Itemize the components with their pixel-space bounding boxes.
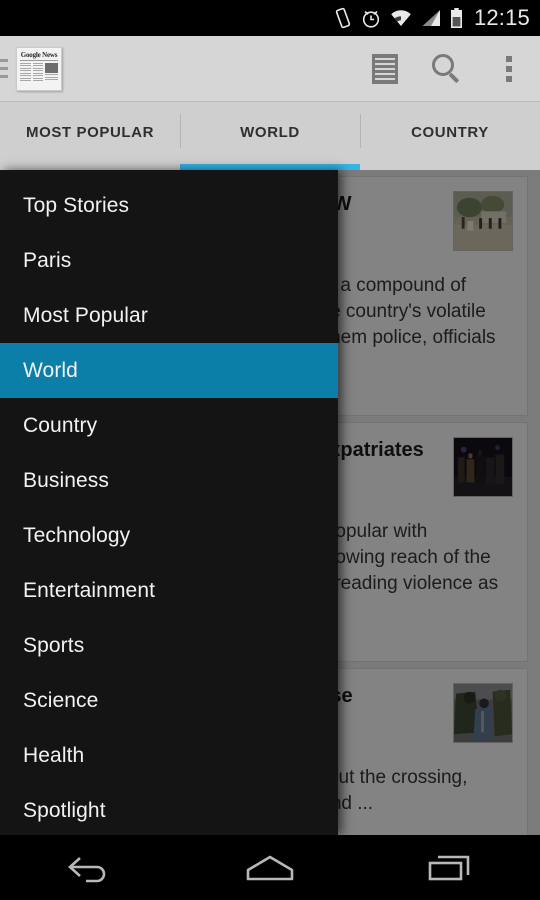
drawer-toggle-icon[interactable] [0, 59, 8, 78]
drawer-item-label: Entertainment [23, 578, 156, 602]
drawer-item-paris[interactable]: Paris [0, 233, 338, 288]
wifi-icon [390, 9, 412, 27]
home-icon [246, 855, 294, 880]
drawer-item-label: Sports [23, 633, 85, 657]
action-bar: Google News [0, 36, 540, 102]
article-view-button[interactable] [354, 36, 416, 102]
system-navigation-bar [0, 835, 540, 900]
drawer-item-business[interactable]: Business [0, 453, 338, 508]
drawer-item-technology[interactable]: Technology [0, 508, 338, 563]
drawer-item-world[interactable]: World [0, 343, 338, 398]
drawer-item-label: Business [23, 468, 110, 492]
drawer-item-most-popular[interactable]: Most Popular [0, 288, 338, 343]
drawer-item-health[interactable]: Health [0, 728, 338, 783]
tab-world[interactable]: WORLD [180, 102, 360, 170]
drawer-item-science[interactable]: Science [0, 673, 338, 728]
drawer-item-label: Paris [23, 248, 72, 272]
signal-icon [421, 9, 441, 27]
back-arrow-icon [68, 856, 106, 882]
drawer-item-label: Country [23, 413, 98, 437]
app-logo-masthead: Google News [20, 50, 58, 61]
drawer-item-spotlight[interactable]: Spotlight [0, 783, 338, 835]
search-icon [432, 53, 462, 84]
drawer-item-top-stories[interactable]: Top Stories [0, 178, 338, 233]
back-button[interactable] [30, 835, 150, 900]
alarm-icon [361, 8, 381, 29]
overflow-menu-icon [506, 55, 512, 82]
tab-most-popular[interactable]: MOST POPULAR [0, 102, 180, 170]
status-bar-clock: 12:15 [473, 5, 530, 30]
drawer-item-label: World [23, 358, 78, 382]
tab-country[interactable]: COUNTRY [360, 102, 540, 170]
navigation-drawer[interactable]: Top Stories Paris Most Popular World Cou… [0, 170, 338, 835]
drawer-item-label: Spotlight [23, 798, 106, 822]
news-thumbnail [453, 437, 513, 497]
drawer-item-label: Technology [23, 523, 131, 547]
search-button[interactable] [416, 36, 478, 102]
drawer-item-label: Top Stories [23, 193, 130, 217]
recents-button[interactable] [390, 835, 510, 900]
drawer-item-entertainment[interactable]: Entertainment [0, 563, 338, 618]
status-bar: 12:15 [0, 0, 540, 36]
tab-label: MOST POPULAR [25, 123, 155, 141]
vibrate-icon [334, 7, 352, 29]
overflow-menu-button[interactable] [478, 36, 540, 102]
tab-label: COUNTRY [411, 123, 489, 141]
drawer-item-label: Health [23, 743, 85, 767]
drawer-item-sports[interactable]: Sports [0, 618, 338, 673]
android-screen: 12:15 Google News MOST POPULAR WORLD COU… [0, 0, 540, 900]
recent-apps-icon [428, 855, 470, 880]
tab-bar: MOST POPULAR WORLD COUNTRY [0, 102, 540, 170]
app-logo-newspaper-icon[interactable]: Google News [16, 46, 62, 91]
tab-label: WORLD [240, 123, 300, 141]
drawer-item-country[interactable]: Country [0, 398, 338, 453]
drawer-item-label: Science [23, 688, 99, 712]
drawer-item-label: Most Popular [23, 303, 148, 327]
home-button[interactable] [210, 835, 330, 900]
battery-icon [450, 7, 463, 29]
list-view-icon [372, 53, 398, 84]
news-thumbnail [453, 191, 513, 251]
news-thumbnail [453, 683, 513, 743]
